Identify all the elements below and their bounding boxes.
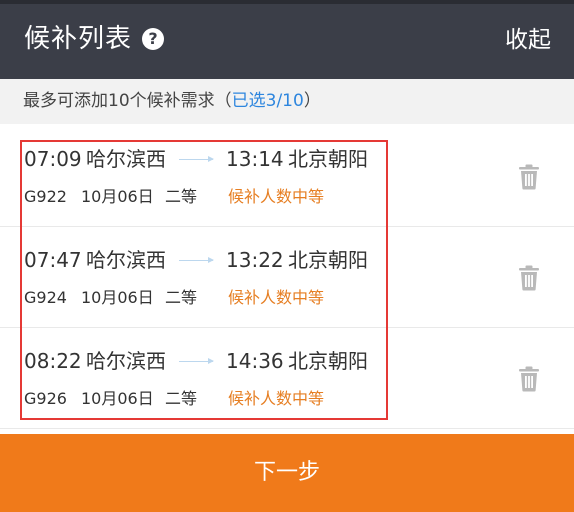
travel-date: 10月06日 [81, 288, 154, 307]
waitlist-status: 候补人数中等 [228, 187, 325, 206]
arrival-time: 14:36 [226, 349, 284, 373]
arrival-station: 北京朝阳 [288, 349, 368, 373]
waitlist-list: 07:09 哈尔滨西 13:14 北京朝阳 G922 10月06日 二等 候补人… [0, 126, 574, 429]
train-number: G922 [24, 187, 67, 206]
info-suffix: ） [303, 91, 321, 111]
header-bar: 候补列表 ? 收起 [0, 0, 574, 79]
arrow-right-icon [179, 257, 214, 263]
seat-class: 二等 [165, 288, 198, 307]
waitlist-status: 候补人数中等 [228, 288, 325, 307]
arrival-station: 北京朝阳 [288, 147, 368, 171]
seat-class: 二等 [165, 187, 198, 206]
arrival-station: 北京朝阳 [288, 248, 368, 272]
next-step-button[interactable]: 下一步 [0, 434, 574, 512]
departure-station: 哈尔滨西 [86, 248, 166, 272]
collapse-button[interactable]: 收起 [505, 24, 551, 56]
info-bar: 最多可添加10个候补需求（已选3/10） [0, 79, 574, 124]
selected-count: 已选3/10 [231, 91, 304, 111]
departure-station: 哈尔滨西 [86, 147, 166, 171]
seat-class: 二等 [165, 389, 198, 408]
waitlist-status: 候补人数中等 [228, 389, 325, 408]
arrow-right-icon [179, 358, 214, 364]
departure-time: 07:47 [24, 248, 82, 272]
arrow-right-icon [179, 156, 214, 162]
travel-date: 10月06日 [81, 187, 154, 206]
train-number: G926 [24, 389, 67, 408]
departure-time: 07:09 [24, 147, 82, 171]
status-strip [0, 0, 574, 4]
waitlist-page: 候补列表 ? 收起 最多可添加10个候补需求（已选3/10） 07:09 哈尔滨… [0, 0, 574, 512]
trash-icon[interactable] [517, 164, 541, 190]
departure-station: 哈尔滨西 [86, 349, 166, 373]
arrival-time: 13:22 [226, 248, 284, 272]
departure-time: 08:22 [24, 349, 82, 373]
train-number: G924 [24, 288, 67, 307]
info-prefix: 最多可添加10个候补需求（ [23, 91, 232, 111]
trash-icon[interactable] [517, 366, 541, 392]
page-title: 候补列表 [24, 24, 133, 54]
question-circle-icon[interactable]: ? [142, 28, 164, 50]
info-text: 最多可添加10个候补需求（已选3/10） [23, 79, 321, 124]
arrival-time: 13:14 [226, 147, 284, 171]
trash-icon[interactable] [517, 265, 541, 291]
list-item[interactable]: 07:47 哈尔滨西 13:22 北京朝阳 G924 10月06日 二等 候补人… [0, 227, 574, 328]
travel-date: 10月06日 [81, 389, 154, 408]
list-item[interactable]: 07:09 哈尔滨西 13:14 北京朝阳 G922 10月06日 二等 候补人… [0, 126, 574, 227]
list-item[interactable]: 08:22 哈尔滨西 14:36 北京朝阳 G926 10月06日 二等 候补人… [0, 328, 574, 429]
